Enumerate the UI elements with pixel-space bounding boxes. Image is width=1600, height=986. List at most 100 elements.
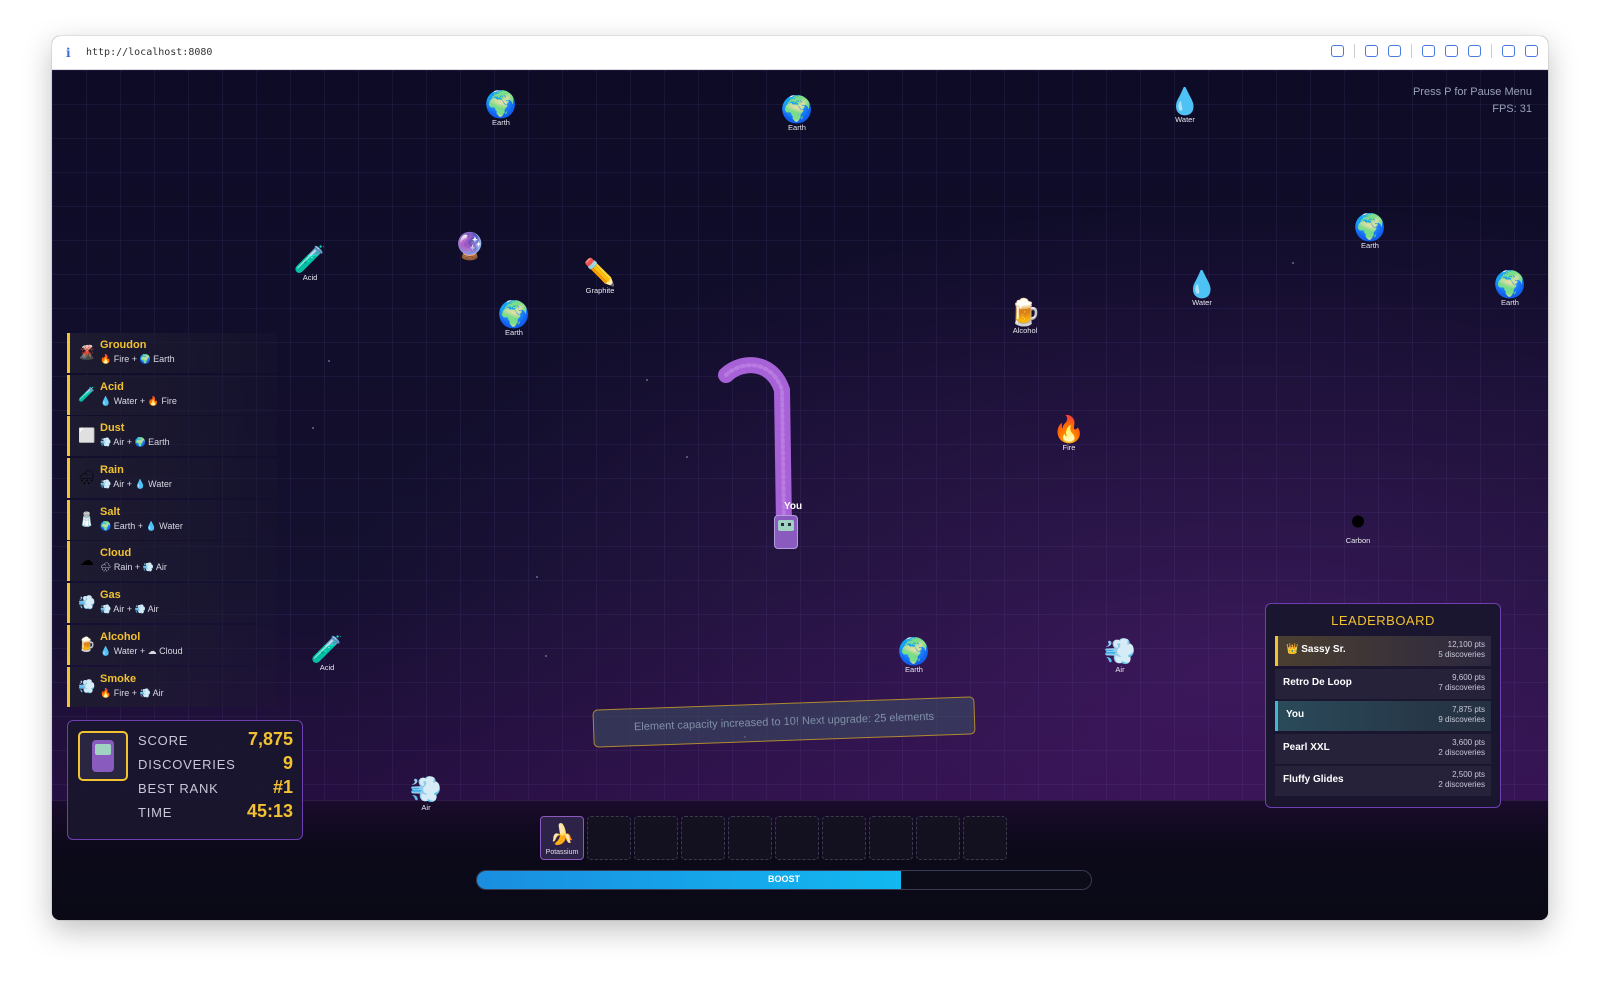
pickup-water: 💧 Water [1150, 87, 1220, 124]
time-value: 45:13 [246, 801, 293, 821]
banana-icon: 🍌 [549, 824, 575, 846]
player-worm [718, 357, 792, 533]
recipe-name: Smoke [100, 672, 137, 685]
inventory-slot-empty[interactable] [869, 816, 913, 860]
pickup-label: Earth [505, 328, 523, 337]
leaderboard-player-name: You [1286, 709, 1305, 720]
earth-icon: 🌍 [897, 637, 931, 667]
url-text[interactable]: http://localhost:8080 [86, 47, 212, 58]
inventory-slot-empty[interactable] [822, 816, 866, 860]
fps-counter: FPS: 31 [1492, 103, 1532, 115]
camera-icon[interactable] [1388, 45, 1401, 57]
recipe-name: Alcohol [100, 630, 141, 643]
pickup-label: Water [1175, 115, 1195, 124]
star-dot [536, 576, 538, 578]
address-bar: i http://localhost:8080 [52, 36, 1548, 70]
best-rank-label: BEST RANK [138, 781, 219, 796]
leaderboard-player-name: 👑 Sassy Sr. [1286, 644, 1346, 655]
screenshot-icon[interactable] [1365, 45, 1378, 57]
pickup-label: Acid [302, 273, 318, 282]
recipe-item-rain: 🌧 Rain 💨 Air + 💧 Water [67, 458, 277, 499]
star-dot [646, 379, 648, 381]
inventory-slot-empty[interactable] [775, 816, 819, 860]
pickup-label: Earth [788, 123, 806, 132]
earth-icon: 🌍 [1353, 213, 1387, 243]
inventory-slot-empty[interactable] [634, 816, 678, 860]
recipe-name: Dust [100, 422, 125, 435]
gas-icon: 💨 [78, 594, 96, 611]
fire-icon: 🔥 [1052, 415, 1086, 445]
score-value: 7,875 [247, 729, 293, 749]
info-icon[interactable]: i [66, 46, 80, 60]
game-canvas[interactable]: Press P for Pause Menu FPS: 31 🌍 Earth 🌍 … [52, 70, 1548, 920]
time-label: TIME [138, 805, 173, 820]
leaderboard-stats: 12,100 pts 5 discoveries [1438, 640, 1485, 659]
pickup-label: Earth [1501, 298, 1519, 307]
pickup-label: Acid [319, 663, 335, 672]
player-gameboy-icon [774, 515, 798, 549]
earth-icon: 🌍 [484, 90, 518, 120]
water-drop-icon: 💧 [1185, 270, 1219, 300]
recipe-formula: 💧 Water + 🔥 Fire [100, 395, 177, 406]
globe-icon[interactable] [1445, 45, 1458, 57]
score-label: SCORE [138, 733, 189, 748]
inventory-slot-empty[interactable] [587, 816, 631, 860]
recipe-name: Cloud [100, 547, 132, 560]
boost-label: BOOST [767, 874, 800, 884]
hud-hint: Press P for Pause Menu FPS: 31 [1413, 84, 1532, 118]
recipe-formula: 💨 Air + 💨 Air [100, 604, 159, 615]
leaderboard-stats: 3,600 pts 2 discoveries [1438, 737, 1485, 757]
star-dot [312, 427, 314, 429]
recipe-item-alcohol: 🍺 Alcohol 💧 Water + ☁ Cloud [67, 624, 277, 665]
volcano-icon: 🌋 [78, 344, 96, 360]
boost-meter: BOOST [476, 870, 1092, 890]
pickup-label: Air [421, 803, 431, 812]
recipe-item-dust: ⬜ Dust 💨 Air + 🌍 Earth [67, 416, 277, 457]
inventory-slot-empty[interactable] [916, 816, 960, 860]
pause-hint: Press P for Pause Menu [1412, 86, 1532, 98]
discoveries-label: DISCOVERIES [138, 757, 236, 772]
pickup-earth: 🌍 Earth [762, 95, 832, 132]
pickup-air: 💨 Air [391, 775, 461, 812]
black-circle-icon: ⚫ [1347, 508, 1369, 538]
window-icon[interactable] [1422, 45, 1435, 57]
pickup-label: Earth [492, 118, 510, 127]
beer-icon: 🍺 [78, 635, 96, 652]
leaderboard-title: LEADERBOARD [1331, 613, 1435, 628]
leaderboard-stats: 2,500 pts 2 discoveries [1438, 770, 1485, 789]
pickup-label: Carbon [1345, 536, 1371, 545]
inventory-slot-potassium[interactable]: 🍌 Potassium [540, 816, 584, 860]
pickup-carbon: ⚫ Carbon [1323, 508, 1393, 545]
inventory-slot-empty[interactable] [681, 816, 725, 860]
wind-icon: 💨 [409, 775, 443, 805]
earth-icon: 🌍 [1493, 270, 1527, 300]
toolbar-divider [1491, 44, 1492, 58]
test-tube-icon: 🧪 [310, 635, 344, 665]
cloud-icon: ☁ [80, 552, 94, 569]
recipe-formula: 🌍 Earth + 💧 Water [100, 520, 183, 531]
recipe-item-cloud: ☁ Cloud 🌧 Rain + 💨 Air [67, 541, 277, 582]
split-view-icon[interactable] [1525, 45, 1538, 57]
pickup-acid: 🧪 Acid [275, 245, 345, 282]
gameboy-icon [92, 740, 114, 772]
star-dot [328, 360, 330, 362]
beer-icon: 🍺 [1008, 298, 1042, 328]
rain-cloud-icon: 🌧 [78, 469, 96, 486]
recipe-item-acid: 🧪 Acid 💧 Water + 🔥 Fire [67, 374, 277, 415]
recipe-formula: 💨 Air + 🌍 Earth [100, 437, 170, 448]
code-icon[interactable] [1502, 45, 1515, 57]
water-drop-icon: 💧 [1168, 87, 1202, 117]
recipe-formula: 💨 Air + 💧 Water [100, 479, 172, 490]
inventory-slot-empty[interactable] [728, 816, 772, 860]
discovered-recipes-list: 🌋 Groudon 🔥 Fire + 🌍 Earth 🧪 Acid 💧 Water… [67, 333, 277, 708]
best-rank-value: #1 [272, 777, 293, 797]
crosshair-icon[interactable] [1468, 45, 1481, 57]
inventory-slot-empty[interactable] [963, 816, 1007, 860]
earth-icon: 🌍 [780, 95, 814, 125]
link-icon[interactable] [1331, 45, 1344, 57]
pickup-label: Fire [1062, 443, 1076, 452]
leaderboard-stats: 7,875 pts 9 discoveries [1438, 705, 1485, 724]
leaderboard-row: 👑 Sassy Sr. 12,100 pts 5 discoveries [1275, 636, 1491, 666]
pickup-orb: 🔮 [435, 232, 505, 262]
smoke-icon: 💨 [78, 677, 96, 694]
